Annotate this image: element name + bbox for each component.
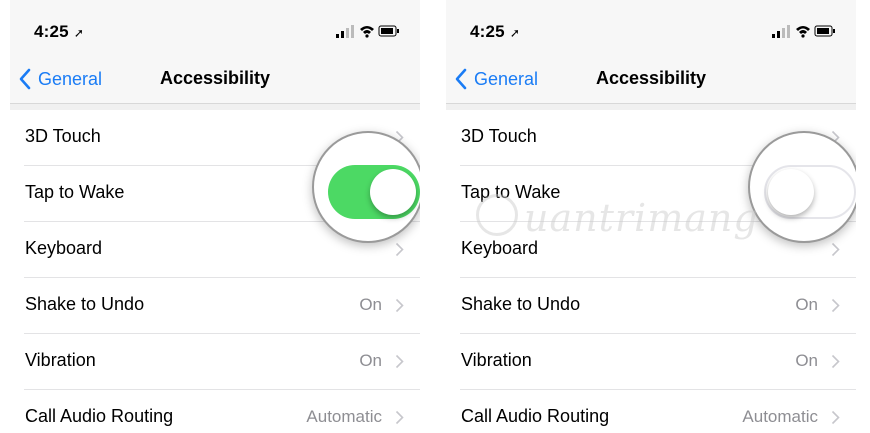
row-value: On [359,351,382,370]
magnifier-lens [748,131,856,243]
row-label: Call Audio Routing [25,406,174,426]
row-value: On [795,351,818,370]
chevron-right-icon [831,242,840,257]
wifi-icon [796,26,810,38]
chevron-right-icon [831,298,840,313]
time-text: 4:25 [470,22,505,41]
row-value: Automatic [306,407,382,426]
signal-bars-icon [772,25,790,38]
wifi-icon [360,26,374,38]
row-value: On [795,295,818,314]
back-label: General [474,68,539,89]
chevron-right-icon [395,242,404,257]
chevron-left-icon [19,68,31,90]
right-screenshot-panel: 4:25 ➚ General Accessibility 3D Touch Ta… [446,0,856,433]
row-shake-to-undo[interactable]: Shake to Undo On [10,278,420,334]
navigation-bar: General Accessibility [446,55,856,104]
back-button[interactable]: General [18,66,102,92]
status-icons [772,24,836,38]
signal-bars-icon [336,25,354,38]
row-label: Shake to Undo [25,294,145,314]
page-title: Accessibility [160,68,271,88]
row-call-audio-routing[interactable]: Call Audio Routing Automatic [446,390,856,433]
status-time: 4:25 ➚ [470,22,520,42]
left-screenshot-panel: 4:25 ➚ General Accessibility 3D Touch Ta… [10,0,420,433]
chevron-left-icon [455,68,467,90]
row-label: Shake to Undo [461,294,581,314]
magnifier-lens [312,131,420,243]
status-bar: 4:25 ➚ [10,0,420,55]
chevron-right-icon [395,298,404,313]
row-label: 3D Touch [461,126,537,146]
chevron-right-icon [831,410,840,425]
row-label: 3D Touch [25,126,101,146]
tap-to-wake-toggle[interactable] [328,165,420,219]
status-time: 4:25 ➚ [34,22,84,42]
row-label: Keyboard [461,238,539,258]
page-title: Accessibility [596,68,707,88]
navigation-bar: General Accessibility [10,55,420,104]
status-bar: 4:25 ➚ [446,0,856,55]
time-text: 4:25 [34,22,69,41]
chevron-right-icon [831,354,840,369]
row-label: Tap to Wake [25,182,125,202]
row-label: Vibration [25,350,96,370]
location-arrow-icon: ➚ [509,26,521,40]
row-vibration[interactable]: Vibration On [10,334,420,390]
row-label: Tap to Wake [461,182,561,202]
row-shake-to-undo[interactable]: Shake to Undo On [446,278,856,334]
chevron-right-icon [395,410,404,425]
tap-to-wake-toggle[interactable] [764,165,856,219]
toggle-knob[interactable] [370,169,416,215]
battery-icon [378,25,399,37]
row-vibration[interactable]: Vibration On [446,334,856,390]
row-value: On [359,295,382,314]
row-label: Vibration [461,350,532,370]
toggle-knob[interactable] [768,169,814,215]
battery-icon [814,25,835,37]
row-label: Keyboard [25,238,103,258]
row-call-audio-routing[interactable]: Call Audio Routing Automatic [10,390,420,433]
chevron-right-icon [395,354,404,369]
row-label: Call Audio Routing [461,406,610,426]
status-icons [336,24,400,38]
back-label: General [38,68,103,89]
row-value: Automatic [742,407,818,426]
location-arrow-icon: ➚ [73,26,85,40]
back-button[interactable]: General [454,66,538,92]
